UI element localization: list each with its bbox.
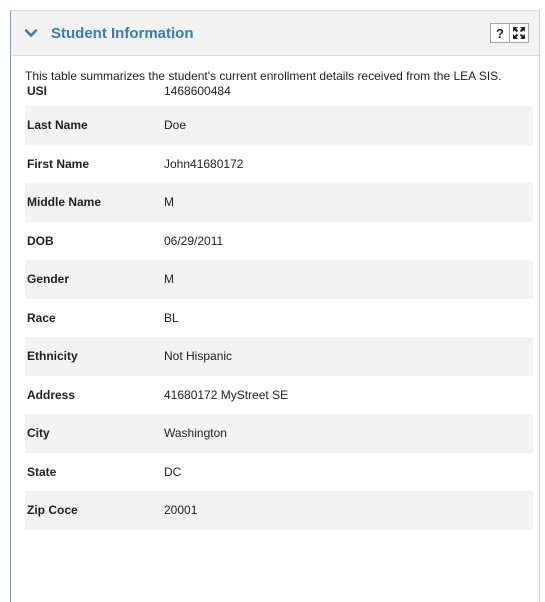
field-value: M	[164, 183, 533, 222]
field-label: First Name	[27, 156, 90, 171]
table-row: State DC	[25, 453, 533, 492]
field-label: Middle Name	[25, 183, 164, 222]
field-value: 1468600484	[164, 84, 231, 98]
table-row: Middle Name M	[25, 183, 533, 222]
field-label: Race	[27, 310, 56, 325]
field-value: BL	[164, 310, 179, 325]
field-value: Washington	[164, 414, 533, 453]
field-value: M	[164, 260, 533, 299]
field-label: USI	[27, 84, 48, 98]
field-value: 41680172 MyStreet SE	[164, 387, 289, 402]
table-row: Ethnicity Not Hispanic	[25, 337, 533, 376]
table-row: DOB 06/29/2011	[25, 222, 533, 261]
table-row: Last Name Doe	[25, 106, 533, 145]
table-row: Race BL	[25, 299, 533, 338]
field-label: Address	[27, 387, 76, 402]
field-label: Gender	[25, 260, 164, 299]
field-value: DC	[164, 464, 182, 479]
table-row: City Washington	[25, 414, 533, 453]
table-row: First Name John41680172	[25, 145, 533, 184]
panel-title[interactable]: Student Information	[51, 25, 194, 42]
field-label: DOB	[27, 233, 54, 248]
field-label: Ethnicity	[25, 337, 164, 376]
question-icon: ?	[496, 25, 504, 41]
expand-icon	[513, 27, 525, 39]
student-information-panel: Student Information ? This table summari…	[10, 10, 540, 602]
field-value: Not Hispanic	[164, 337, 533, 376]
table-row: Zip Coce 20001	[25, 491, 533, 530]
header-buttons: ?	[490, 23, 529, 43]
chevron-down-icon[interactable]	[25, 27, 37, 39]
table-row: Gender M	[25, 260, 533, 299]
field-value: 20001	[164, 491, 533, 530]
table-row: Address 41680172 MyStreet SE	[25, 376, 533, 415]
field-value: Doe	[164, 106, 533, 145]
table-row: USI 1468600484	[25, 83, 533, 106]
expand-button[interactable]	[509, 24, 528, 42]
student-info-table: USI 1468600484 Last Name Doe First Name John4…	[25, 83, 533, 530]
field-label: Zip Coce	[25, 491, 164, 530]
panel-header: Student Information ?	[11, 11, 539, 56]
panel-description: This table summarizes the student's curr…	[25, 69, 502, 83]
field-label: City	[25, 414, 164, 453]
field-label: State	[27, 464, 57, 479]
help-button[interactable]: ?	[491, 24, 509, 42]
field-value: 06/29/2011	[164, 233, 224, 248]
field-value: John41680172	[164, 156, 244, 171]
field-label: Last Name	[25, 106, 164, 145]
student-info-rows: USI 1468600484 Last Name Doe First Name John4…	[25, 83, 533, 530]
